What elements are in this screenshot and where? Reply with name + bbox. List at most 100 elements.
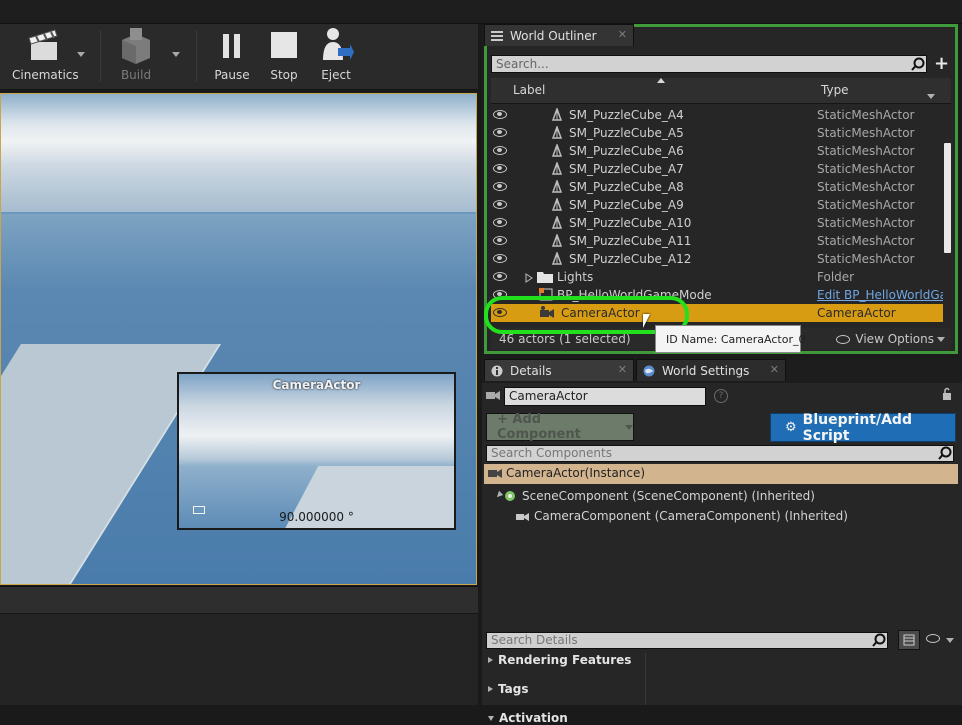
- category-rendering-features[interactable]: Rendering Features: [488, 653, 631, 667]
- scene-component-label: SceneComponent (SceneComponent) (Inherit…: [522, 489, 815, 503]
- tab-details[interactable]: Details ✕: [484, 359, 634, 381]
- static-mesh-icon: [551, 124, 563, 139]
- row-name: SM_PuzzleCube_A7: [569, 162, 684, 176]
- outliner-row[interactable]: SM_PuzzleCube_A4 StaticMeshActor: [491, 106, 943, 124]
- blueprint-add-script-label: Blueprint/Add Script: [802, 411, 912, 444]
- level-viewport[interactable]: CameraActor 90.000000 °: [0, 93, 477, 585]
- camera-preview-window: CameraActor 90.000000 °: [177, 372, 456, 530]
- actor-count: 46 actors (1 selected): [499, 332, 631, 346]
- add-component-button[interactable]: + Add Component: [486, 412, 634, 442]
- camera-actor-icon: [488, 467, 502, 479]
- category-label: Tags: [498, 682, 529, 696]
- outliner-row[interactable]: SM_PuzzleCube_A10 StaticMeshActor: [491, 214, 943, 232]
- outliner-row[interactable]: SM_PuzzleCube_A6 StaticMeshActor: [491, 142, 943, 160]
- search-details-input[interactable]: Search Details: [486, 632, 888, 649]
- visibility-eye-icon[interactable]: [493, 182, 507, 191]
- scene-component-icon: [504, 490, 518, 502]
- category-activation[interactable]: Activation: [488, 711, 568, 725]
- outliner-row[interactable]: SM_PuzzleCube_A12 StaticMeshActor: [491, 250, 943, 268]
- row-name: SM_PuzzleCube_A12: [569, 252, 692, 266]
- close-icon[interactable]: ✕: [770, 363, 779, 376]
- column-type[interactable]: Type: [821, 83, 849, 97]
- visibility-eye-icon[interactable]: [493, 164, 507, 173]
- help-icon[interactable]: ?: [714, 389, 728, 403]
- lock-icon[interactable]: [942, 387, 952, 401]
- add-component-label: + Add Component: [497, 412, 581, 442]
- close-icon[interactable]: ✕: [618, 363, 627, 376]
- visibility-eye-icon[interactable]: [493, 272, 507, 281]
- blueprint-add-script-button[interactable]: ⚙ Blueprint/Add Script: [770, 411, 956, 444]
- outliner-row[interactable]: SM_PuzzleCube_A7 StaticMeshActor: [491, 160, 943, 178]
- static-mesh-icon: [551, 232, 563, 247]
- visibility-eye-icon[interactable]: [493, 146, 507, 155]
- close-icon[interactable]: ✕: [618, 28, 627, 41]
- search-components-input[interactable]: Search Components: [486, 445, 954, 462]
- outliner-row[interactable]: SM_PuzzleCube_A9 StaticMeshActor: [491, 196, 943, 214]
- cinematics-dropdown-icon[interactable]: [77, 52, 85, 57]
- search-icon: [938, 446, 952, 460]
- visibility-eye-icon[interactable]: [493, 128, 507, 137]
- static-mesh-icon: [551, 214, 563, 229]
- component-tree-item[interactable]: CameraComponent (CameraComponent) (Inher…: [516, 509, 848, 523]
- row-name: SM_PuzzleCube_A11: [569, 234, 692, 248]
- expand-arrow-icon: [488, 686, 493, 692]
- id-name-tooltip: ID Name: CameraActor_0: [655, 325, 805, 353]
- column-options-dropdown-icon[interactable]: [927, 94, 935, 99]
- add-actor-plus-icon[interactable]: +: [934, 55, 950, 73]
- pause-button[interactable]: Pause: [214, 26, 250, 86]
- outliner-row-folder[interactable]: Lights Folder: [491, 268, 943, 286]
- row-name: SM_PuzzleCube_A4: [569, 108, 684, 122]
- outliner-rows: SM_PuzzleCube_A4 StaticMeshActor SM_Puzz…: [491, 106, 943, 324]
- editor-top-strip: [0, 0, 962, 24]
- row-name: SM_PuzzleCube_A10: [569, 216, 692, 230]
- tab-world-settings[interactable]: World Settings ✕: [636, 359, 786, 381]
- visibility-eye-icon[interactable]: [493, 200, 507, 209]
- stop-label: Stop: [270, 68, 298, 82]
- edit-blueprint-link[interactable]: Edit BP_HelloWorldGa: [817, 288, 943, 302]
- chevron-down-icon[interactable]: [946, 638, 954, 643]
- build-button[interactable]: Build: [118, 26, 154, 86]
- expand-arrow-icon[interactable]: [525, 272, 537, 285]
- horizon-line: [1, 212, 476, 214]
- row-name: SM_PuzzleCube_A9: [569, 198, 684, 212]
- build-dropdown-icon[interactable]: [172, 52, 180, 57]
- actor-name-field[interactable]: CameraActor: [504, 387, 706, 406]
- outliner-scrollbar[interactable]: [944, 143, 951, 253]
- search-icon: [872, 633, 886, 647]
- static-mesh-icon: [551, 196, 563, 211]
- collapse-arrow-icon[interactable]: [494, 490, 504, 500]
- eject-person-icon: [318, 26, 354, 64]
- row-type: StaticMeshActor: [817, 144, 915, 158]
- column-label[interactable]: Label: [513, 83, 545, 97]
- outliner-row[interactable]: SM_PuzzleCube_A5 StaticMeshActor: [491, 124, 943, 142]
- globe-icon: [643, 365, 655, 377]
- stop-button[interactable]: Stop: [266, 26, 302, 86]
- visibility-eye-icon[interactable]: [493, 218, 507, 227]
- cinematics-button[interactable]: Cinematics: [12, 26, 79, 86]
- gear-icon: ⚙: [785, 420, 797, 435]
- outliner-row[interactable]: SM_PuzzleCube_A11 StaticMeshActor: [491, 232, 943, 250]
- category-tags[interactable]: Tags: [488, 682, 528, 696]
- outliner-search-input[interactable]: Search...: [491, 55, 927, 73]
- static-mesh-icon: [551, 142, 563, 157]
- sort-ascending-icon[interactable]: [657, 78, 665, 83]
- level-toolbar: Cinematics Build Pause Stop Eject: [0, 24, 478, 90]
- visibility-eye-icon[interactable]: [493, 236, 507, 245]
- toolbar-separator: [196, 30, 197, 82]
- property-matrix-icon[interactable]: [898, 630, 920, 650]
- visibility-options-eye-icon[interactable]: [926, 634, 940, 643]
- row-type: StaticMeshActor: [817, 126, 915, 140]
- visibility-eye-icon[interactable]: [493, 110, 507, 119]
- component-instance-row[interactable]: CameraActor(Instance): [484, 464, 958, 484]
- eject-button[interactable]: Eject: [318, 26, 354, 86]
- tab-world-outliner[interactable]: World Outliner ✕: [484, 24, 634, 46]
- row-name: SM_PuzzleCube_A5: [569, 126, 684, 140]
- visibility-eye-icon[interactable]: [493, 254, 507, 263]
- cinematics-label: Cinematics: [12, 68, 79, 82]
- camera-component-label: CameraComponent (CameraComponent) (Inher…: [534, 509, 848, 523]
- stop-icon: [266, 26, 302, 64]
- component-tree-item[interactable]: SceneComponent (SceneComponent) (Inherit…: [494, 489, 815, 503]
- mouse-cursor-icon: [643, 314, 650, 328]
- view-options-button[interactable]: View Options: [836, 332, 945, 346]
- outliner-row[interactable]: SM_PuzzleCube_A8 StaticMeshActor: [491, 178, 943, 196]
